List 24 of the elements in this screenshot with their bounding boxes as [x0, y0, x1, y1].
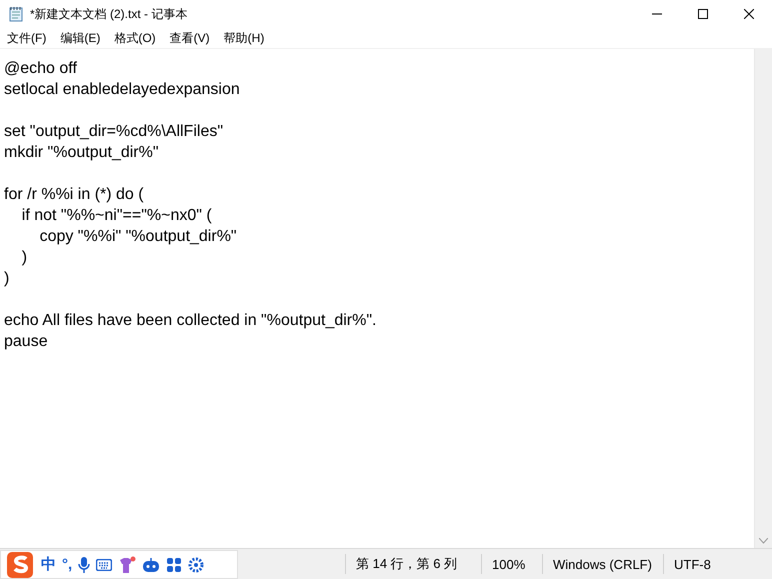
sogou-logo-icon[interactable]: [5, 550, 35, 578]
input-mode-text[interactable]: 中: [41, 555, 56, 574]
menu-item[interactable]: 查看(V): [164, 30, 215, 46]
gear-icon[interactable]: [188, 556, 204, 572]
status-text: 第 14 行，第 6 列: [345, 554, 481, 574]
keyboard-icon[interactable]: [96, 558, 112, 570]
menu-item[interactable]: 文件(F): [2, 30, 52, 46]
status-text: 100%: [481, 554, 542, 574]
punctuation-text[interactable]: °,: [62, 556, 72, 573]
grid-icon[interactable]: [166, 556, 182, 572]
status-text: UTF-8: [663, 554, 721, 574]
shirt-icon[interactable]: [118, 556, 136, 574]
maximize-icon: [698, 9, 708, 19]
vertical-scrollbar[interactable]: [754, 49, 772, 548]
window-title: *新建文本文档 (2).txt - 记事本: [30, 6, 188, 22]
text-editor[interactable]: @echo off setlocal enabledelayedexpansion set "output_dir=%cd%\AllFiles" mkdir "%output_dir%" for /r %%i in (*) do ( if not "%%~ni"=="%~nx0" ( copy "%%i" "%output_dir%" ) ) echo All files have been collected in "%output_dir%". pause: [0, 49, 754, 548]
notepad-icon: [8, 6, 24, 22]
menu-item[interactable]: 帮助(H): [218, 30, 270, 46]
microphone-icon[interactable]: [78, 556, 90, 574]
menu-item[interactable]: 编辑(E): [55, 30, 106, 46]
menu-item[interactable]: 格式(O): [109, 30, 161, 46]
robot-icon[interactable]: [142, 556, 160, 572]
status-text: Windows (CRLF): [542, 554, 663, 574]
close-icon: [744, 9, 754, 19]
